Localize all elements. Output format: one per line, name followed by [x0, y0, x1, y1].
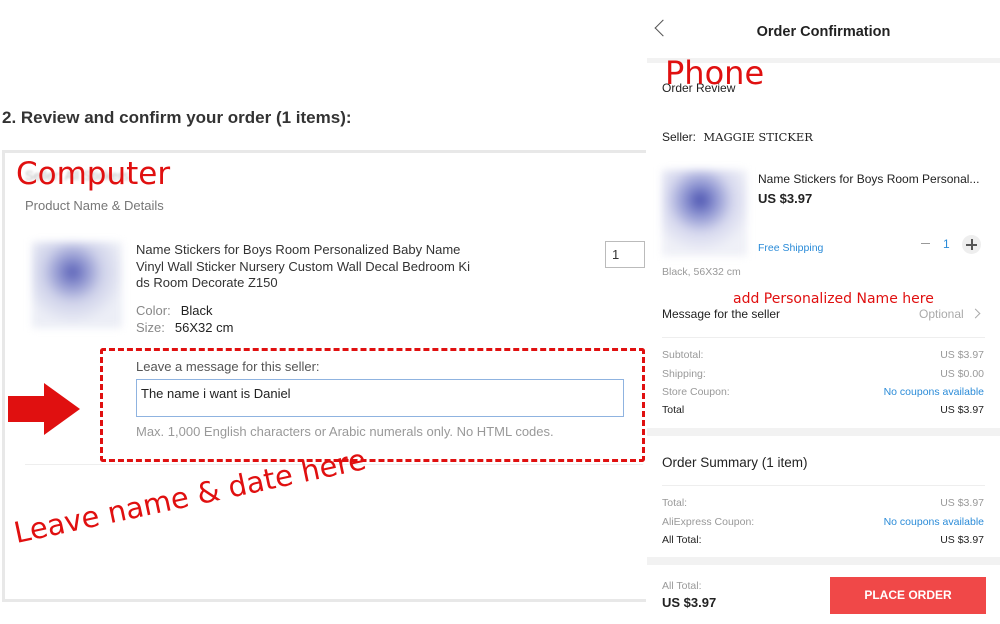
footer-all-total-value: US $3.97 [662, 595, 717, 610]
product-details-header: Product Name & Details [25, 198, 164, 213]
divider [662, 485, 985, 486]
message-optional-text: Optional [919, 307, 964, 321]
seller-label: Seller: [662, 130, 697, 144]
order-summary-heading: Order Summary (1 item) [662, 455, 808, 470]
phone-header: Order Confirmation [647, 0, 1000, 58]
highlight-dashed-box [100, 348, 645, 462]
computer-annotation: Computer [16, 156, 171, 192]
size-label: Size: [136, 320, 165, 335]
phone-annotation: Phone [665, 54, 765, 92]
product-thumbnail[interactable] [662, 170, 747, 256]
free-shipping-badge: Free Shipping [758, 242, 824, 254]
color-value: Black [180, 303, 213, 318]
color-label: Color: [136, 303, 171, 318]
seller-name[interactable]: MAGGIE STICKER [703, 130, 813, 144]
aliexpress-coupon-label: AliExpress Coupon: [662, 516, 755, 528]
subtotal-value: US $3.97 [940, 349, 984, 361]
quantity-increase-button[interactable] [962, 235, 981, 254]
product-price: US $3.97 [758, 191, 813, 206]
quantity-input[interactable]: 1 [605, 241, 645, 268]
store-coupon-label: Store Coupon: [662, 386, 730, 398]
page-title: Order Confirmation [756, 24, 891, 40]
total-value: US $3.97 [940, 404, 984, 416]
total-label: Total [662, 404, 685, 416]
product-title-link[interactable]: Name Stickers for Boys Room Personalized… [136, 242, 471, 292]
color-attribute: Color: Black [136, 303, 212, 318]
place-order-button[interactable]: PLACE ORDER [830, 577, 986, 614]
section-gap [647, 557, 1000, 565]
section-gap [647, 428, 1000, 436]
product-thumbnail[interactable] [32, 242, 122, 328]
divider [662, 337, 985, 338]
product-title-link[interactable]: Name Stickers for Boys Room Personal... [758, 172, 990, 186]
size-attribute: Size: 56X32 cm [136, 320, 233, 335]
phone-screen: Order Confirmation Order Review Seller: … [647, 0, 1000, 624]
summary-total-value: US $3.97 [940, 497, 984, 509]
subtotal-label: Subtotal: [662, 349, 704, 361]
footer-all-total-label: All Total: [662, 580, 702, 592]
shipping-value: US $0.00 [940, 368, 984, 380]
personalized-name-annotation: add Personalized Name here [733, 291, 934, 307]
quantity-value: 1 [943, 237, 950, 251]
all-total-label: All Total: [662, 534, 702, 546]
all-total-value: US $3.97 [940, 534, 984, 546]
seller-row: Seller: MAGGIE STICKER [662, 130, 813, 144]
aliexpress-coupon-link[interactable]: No coupons available [884, 516, 984, 528]
size-value: 56X32 cm [174, 320, 234, 335]
store-coupon-link[interactable]: No coupons available [884, 386, 984, 398]
summary-total-label: Total: [662, 497, 688, 509]
seller-message-row[interactable]: Message for the seller [662, 307, 780, 321]
shipping-label: Shipping: [662, 368, 706, 380]
chevron-right-icon [970, 308, 981, 319]
section-title: 2. Review and confirm your order (1 item… [2, 108, 352, 127]
red-arrow-icon [8, 383, 80, 435]
quantity-decrease-button[interactable] [921, 243, 930, 244]
variant-text: Black, 56X32 cm [662, 266, 741, 278]
